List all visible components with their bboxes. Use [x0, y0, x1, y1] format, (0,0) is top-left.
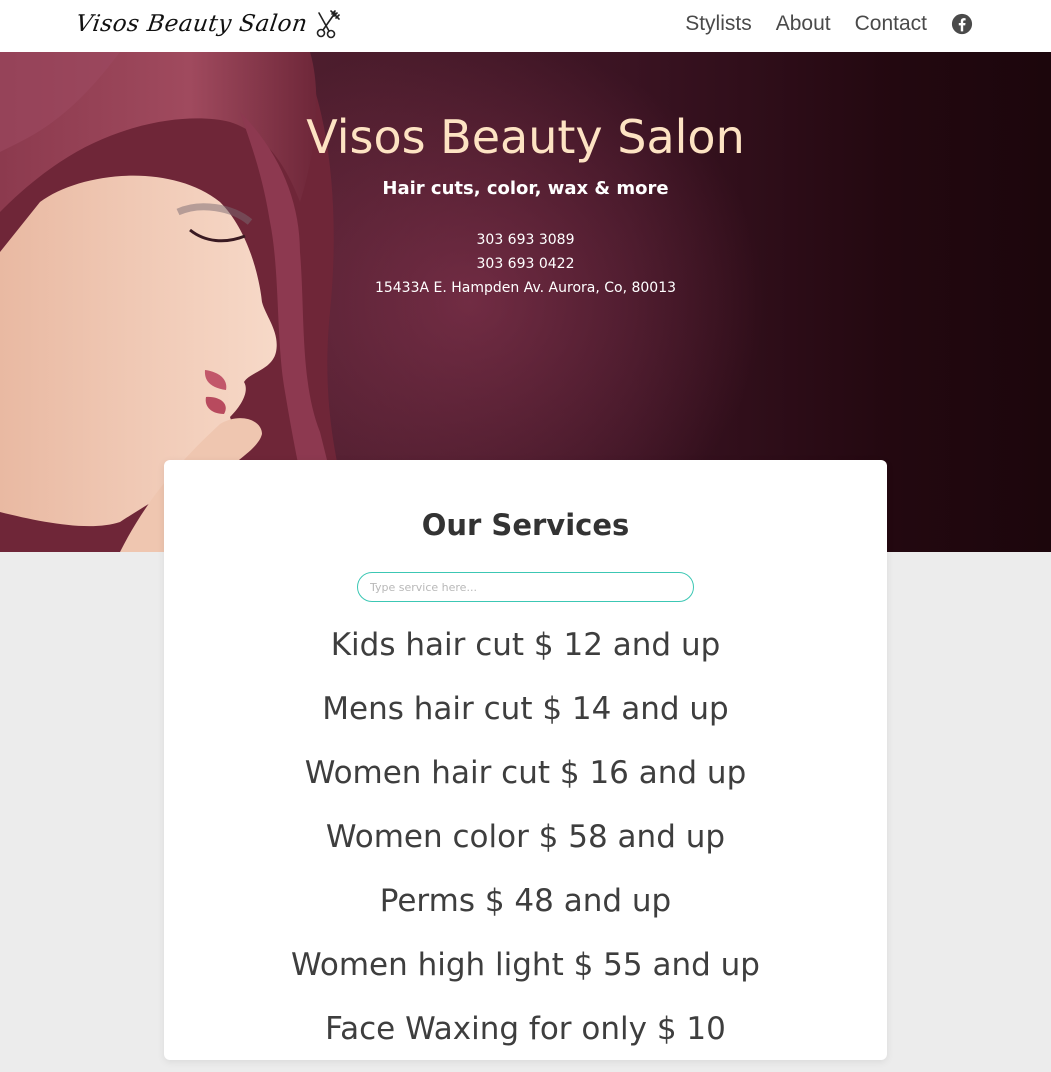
scissors-comb-icon [317, 10, 341, 39]
hero-subtitle: Hair cuts, color, wax & more [382, 178, 669, 199]
services-title: Our Services [421, 508, 630, 542]
service-item: Women high light $ 55 and up [291, 947, 760, 983]
service-item: Face Waxing for only $ 10 [325, 1011, 726, 1047]
service-item: Mens hair cut $ 14 and up [322, 691, 729, 727]
nav-links: Stylists About Contact [661, 12, 973, 36]
service-item: Women color $ 58 and up [325, 819, 726, 855]
address: 15433A E. Hampden Av. Aurora, Co, 80013 [374, 280, 677, 296]
service-item: Kids hair cut $ 12 and up [330, 627, 721, 663]
brand-name: Visos Beauty Salon [74, 11, 310, 37]
brand-logo[interactable]: Visos Beauty Salon [74, 9, 341, 39]
nav-link-stylists[interactable]: Stylists [685, 12, 752, 36]
navbar: Visos Beauty Salon Stylists About Contac… [0, 0, 1051, 52]
phone-number-1[interactable]: 303 693 3089 [0, 228, 1051, 252]
service-item: Women hair cut $ 16 and up [304, 755, 747, 791]
nav-link-about[interactable]: About [776, 12, 831, 36]
contact-info: 303 693 3089 303 693 0422 15433A E. Hamp… [0, 228, 1051, 300]
service-search-input[interactable] [357, 572, 694, 602]
hero-title: Visos Beauty Salon [306, 110, 745, 164]
facebook-icon[interactable] [951, 13, 973, 35]
service-item: Perms $ 48 and up [379, 883, 672, 919]
phone-number-2[interactable]: 303 693 0422 [0, 252, 1051, 276]
nav-link-contact[interactable]: Contact [855, 12, 927, 36]
services-card: Our Services Kids hair cut $ 12 and up M… [164, 460, 887, 1060]
service-list: Kids hair cut $ 12 and up Mens hair cut … [164, 624, 887, 1072]
